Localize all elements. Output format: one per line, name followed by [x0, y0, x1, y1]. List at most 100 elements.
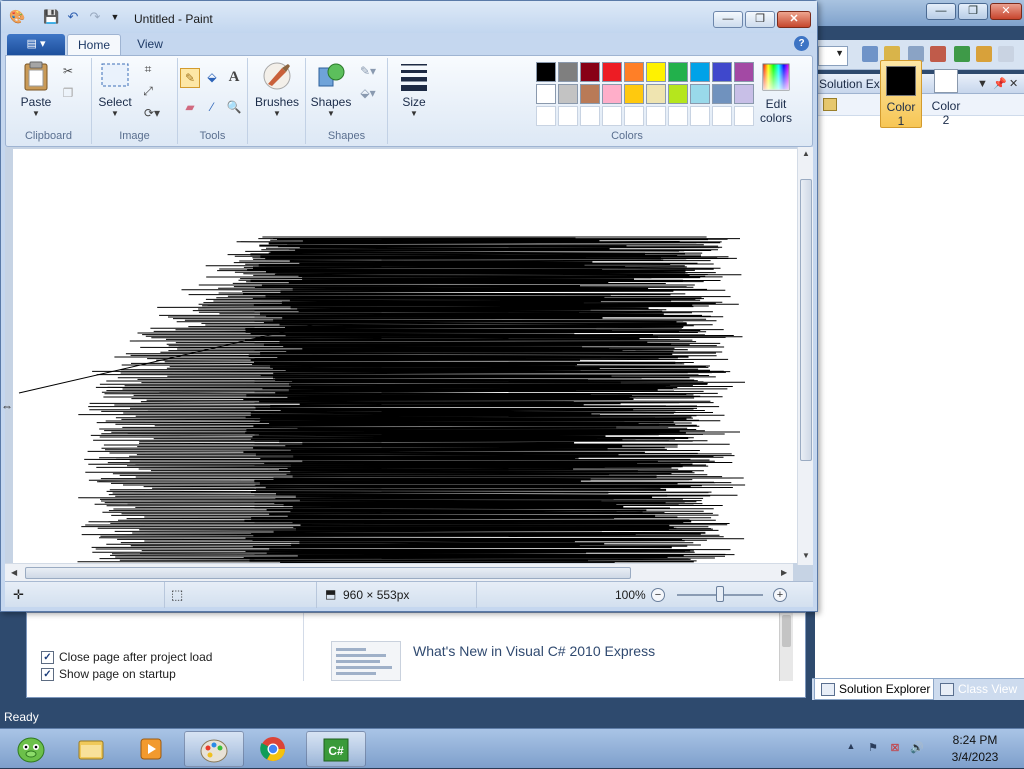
select-button[interactable]: Select ▼: [94, 60, 136, 118]
scrollbar-thumb[interactable]: [800, 179, 812, 461]
palette-swatch[interactable]: [646, 84, 666, 104]
vs-restore-button[interactable]: ❐: [958, 3, 988, 20]
zoom-in-button[interactable]: +: [773, 588, 787, 602]
resize-handle-icon[interactable]: ⇔: [1, 399, 13, 413]
palette-swatch[interactable]: [558, 62, 578, 82]
taskbar-media-player[interactable]: [122, 731, 182, 767]
paint-menu-button[interactable]: ▤ ▾: [7, 34, 65, 55]
scrollbar-thumb[interactable]: [782, 615, 791, 647]
help-icon[interactable]: ?: [794, 36, 809, 51]
vs-close-button[interactable]: ✕: [990, 3, 1022, 20]
size-button[interactable]: Size ▼: [394, 60, 434, 118]
custom-color-slot[interactable]: [602, 106, 622, 126]
taskbar-explorer[interactable]: [62, 731, 122, 767]
scroll-left-icon[interactable]: ◀: [11, 568, 17, 577]
scrollbar-thumb[interactable]: [25, 567, 631, 579]
show-on-startup-checkbox[interactable]: ✓: [41, 668, 54, 682]
undo-icon[interactable]: ↶: [65, 9, 81, 25]
find-icon[interactable]: [862, 46, 878, 62]
volume-icon[interactable]: 🔊: [910, 741, 924, 755]
palette-swatch[interactable]: [536, 62, 556, 82]
horizontal-scrollbar[interactable]: ◀ ▶: [5, 563, 793, 581]
custom-color-slot[interactable]: [668, 106, 688, 126]
fill-shape-icon[interactable]: ⬙▾: [354, 84, 382, 104]
palette-swatch[interactable]: [536, 84, 556, 104]
paint-app-icon[interactable]: 🎨: [9, 9, 25, 25]
palette-swatch[interactable]: [668, 84, 688, 104]
pin-icon[interactable]: 📌: [993, 74, 1007, 94]
taskbar-chrome[interactable]: [244, 731, 304, 767]
taskbar-paint[interactable]: [184, 731, 244, 767]
network-icon[interactable]: ⊠: [888, 741, 902, 755]
minimize-button[interactable]: —: [713, 11, 743, 28]
palette-swatch[interactable]: [624, 62, 644, 82]
palette-swatch[interactable]: [646, 62, 666, 82]
paste-button[interactable]: Paste ▼: [14, 60, 58, 118]
palette-swatch[interactable]: [602, 62, 622, 82]
zoom-out-button[interactable]: −: [651, 588, 665, 602]
panel-close-icon[interactable]: ✕: [1009, 74, 1018, 94]
shapes-button[interactable]: Shapes ▼: [310, 60, 352, 118]
clock-date[interactable]: 3/4/2023: [940, 750, 1010, 764]
toolbar-overflow-icon[interactable]: [998, 46, 1014, 62]
redo-icon[interactable]: ↷: [87, 9, 103, 25]
drawing-canvas[interactable]: [13, 149, 797, 563]
outline-icon[interactable]: ✎▾: [354, 62, 382, 82]
custom-color-slot[interactable]: [624, 106, 644, 126]
close-after-load-option[interactable]: ✓ Close page after project load: [41, 649, 212, 665]
custom-color-slot[interactable]: [580, 106, 600, 126]
custom-color-slot[interactable]: [712, 106, 732, 126]
palette-swatch[interactable]: [624, 84, 644, 104]
palette-swatch[interactable]: [558, 84, 578, 104]
palette-swatch[interactable]: [734, 84, 754, 104]
customize-qat-icon[interactable]: ▼: [107, 9, 123, 25]
palette-swatch[interactable]: [602, 84, 622, 104]
news-thumbnail[interactable]: [331, 641, 401, 681]
clock-time[interactable]: 8:24 PM: [940, 733, 1010, 747]
toolbox-icon[interactable]: [976, 46, 992, 62]
palette-swatch[interactable]: [580, 62, 600, 82]
save-icon[interactable]: 💾: [43, 9, 59, 25]
fill-icon[interactable]: ⬙: [202, 68, 222, 88]
rotate-icon[interactable]: ⟳▾: [138, 104, 166, 124]
tab-view[interactable]: View: [125, 34, 175, 55]
scroll-up-icon[interactable]: ▲: [802, 149, 810, 158]
palette-swatch[interactable]: [734, 62, 754, 82]
close-after-load-checkbox[interactable]: ✓: [41, 651, 54, 665]
custom-color-slot[interactable]: [558, 106, 578, 126]
color1-button[interactable]: Color 1: [880, 60, 922, 128]
cut-icon[interactable]: ✂: [58, 62, 78, 82]
custom-color-slot[interactable]: [536, 106, 556, 126]
start-button[interactable]: [2, 731, 62, 767]
show-hidden-icons-icon[interactable]: ▲: [844, 741, 858, 755]
custom-color-slot[interactable]: [734, 106, 754, 126]
eraser-icon[interactable]: ▰: [180, 98, 200, 118]
pencil-icon[interactable]: ✎: [180, 68, 200, 88]
zoom-slider-thumb[interactable]: [716, 586, 724, 602]
crop-icon[interactable]: ⌗: [138, 60, 158, 80]
vertical-scrollbar[interactable]: ▲ ▼: [797, 147, 813, 565]
show-on-startup-option[interactable]: ✓ Show page on startup: [41, 666, 176, 682]
resize-icon[interactable]: ⤢: [138, 82, 158, 102]
panel-menu-icon[interactable]: ▼: [977, 74, 988, 94]
maximize-button[interactable]: ❐: [745, 11, 775, 28]
palette-swatch[interactable]: [690, 84, 710, 104]
palette-swatch[interactable]: [712, 62, 732, 82]
close-button[interactable]: ✕: [777, 11, 811, 28]
magnifier-icon[interactable]: 🔍: [224, 98, 244, 118]
tab-home[interactable]: Home: [67, 34, 121, 55]
color-picker-icon[interactable]: ⁄: [202, 98, 222, 118]
copy-icon[interactable]: ❐: [58, 84, 78, 104]
custom-color-slot[interactable]: [646, 106, 666, 126]
custom-color-slot[interactable]: [690, 106, 710, 126]
news-link[interactable]: What's New in Visual C# 2010 Express: [413, 643, 655, 659]
properties-icon[interactable]: [823, 98, 837, 111]
taskbar-visual-csharp[interactable]: C#: [306, 731, 366, 767]
start-page-scrollbar[interactable]: [779, 613, 793, 681]
palette-swatch[interactable]: [580, 84, 600, 104]
text-icon[interactable]: A: [224, 68, 244, 88]
edit-colors-button[interactable]: Edit colors: [756, 62, 796, 125]
palette-swatch[interactable]: [690, 62, 710, 82]
vs-minimize-button[interactable]: —: [926, 3, 956, 20]
palette-swatch[interactable]: [668, 62, 688, 82]
